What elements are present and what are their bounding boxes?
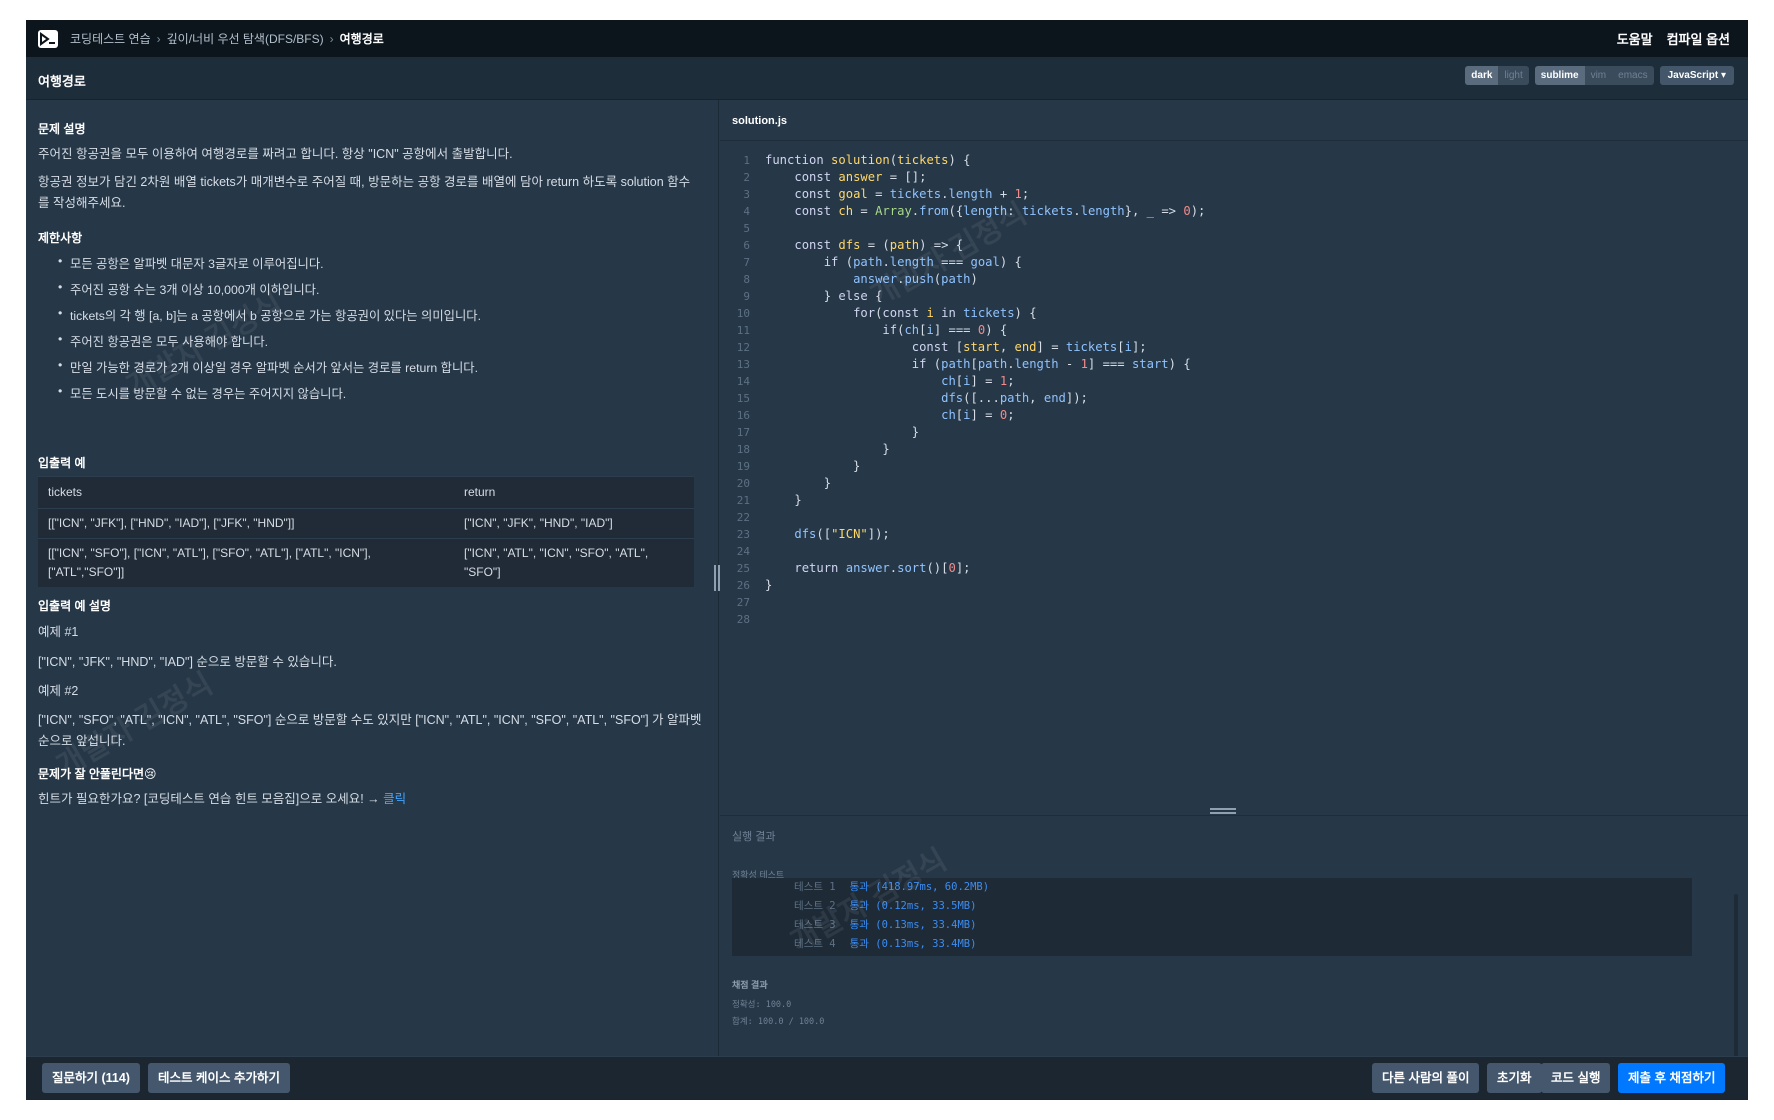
editor-tab-bar: solution.js <box>720 100 1748 141</box>
constraint-item: tickets의 각 행 [a, b]는 a 공항에서 b 공항으로 가는 항공… <box>58 306 481 324</box>
test-name: 테스트 1 <box>794 881 836 893</box>
test-results-box: 테스트 1 통과 (418.97ms, 60.2MB) 테스트 2 통과 (0.12… <box>732 878 1692 956</box>
file-tab[interactable]: solution.js <box>732 115 787 127</box>
test-result-row: 테스트 4 통과 (0.13ms, 33.4MB) <box>794 935 976 953</box>
constraint-item: 모든 공항은 알파벳 대문자 3글자로 이루어집니다. <box>58 254 324 272</box>
table-header-row: tickets return <box>38 476 694 509</box>
constraint-item: 만일 가능한 경로가 2개 이상일 경우 알파벳 순서가 앞서는 경로를 ret… <box>58 358 478 376</box>
hint-heading: 문제가 잘 안풀린다면😢 <box>38 767 157 781</box>
constraint-item: 주어진 공항 수는 3개 이상 10,000개 이하입니다. <box>58 280 319 298</box>
breadcrumb-item-practice[interactable]: 코딩테스트 연습 <box>70 30 151 47</box>
test-name: 테스트 2 <box>794 900 836 912</box>
column-header-tickets: tickets <box>38 476 454 509</box>
code-editor[interactable]: 1 function solution(tickets) { 2 const an… <box>720 152 1748 797</box>
example-1-text: ["ICN", "JFK", "HND", "IAD"] 순으로 방문할 수 있… <box>38 655 337 669</box>
add-testcase-button[interactable]: 테스트 케이스 추가하기 <box>148 1063 290 1093</box>
test-result-row: 테스트 3 통과 (0.13ms, 33.4MB) <box>794 916 976 934</box>
result-label: 실행 결과 <box>732 831 776 843</box>
ask-question-button[interactable]: 질문하기 (114) <box>42 1063 140 1093</box>
table-cell: ["ICN", "ATL", "ICN", "SFO", "ATL", "SFO… <box>454 538 694 587</box>
example-2-title: 예제 #2 <box>38 684 79 698</box>
score-heading: 채점 결과 <box>732 980 768 990</box>
page-title: 여행경로 <box>38 74 86 89</box>
table-cell: [["ICN", "JFK"], ["HND", "IAD"], ["JFK",… <box>38 508 454 539</box>
hint-link[interactable]: 클릭 <box>383 792 406 806</box>
test-result-row: 테스트 1 통과 (418.97ms, 60.2MB) <box>794 878 989 896</box>
theme-light-option[interactable]: light <box>1498 66 1528 85</box>
top-nav: 코딩테스트 연습 › 깊이/너비 우선 탐색(DFS/BFS) › 여행경로 도… <box>26 20 1748 57</box>
language-value: JavaScript <box>1667 70 1719 81</box>
constraint-item: 모든 도시를 방문할 수 없는 경우는 주어지지 않습니다. <box>58 384 346 402</box>
io-desc-heading: 입출력 예 설명 <box>38 599 111 613</box>
programmers-logo-icon[interactable] <box>38 29 58 48</box>
description-paragraph-2a: 항공권 정보가 담긴 2차원 배열 tickets가 매개변수로 주어질 때, … <box>38 175 691 189</box>
breadcrumb-item-current: 여행경로 <box>339 32 384 46</box>
table-row: [["ICN", "JFK"], ["HND", "IAD"], ["JFK",… <box>38 508 694 539</box>
keymap-vim-option[interactable]: vim <box>1585 66 1613 85</box>
chevron-right-icon: › <box>329 31 334 46</box>
editor-options: dark light sublime vim emacs JavaScript … <box>1465 66 1734 85</box>
compile-options-link[interactable]: 컴파일 옵션 <box>1667 29 1730 48</box>
result-panel: 실행 결과 정확성 테스트 테스트 1 통과 (418.97ms, 60.2MB)… <box>720 815 1748 1062</box>
total-score: 합계: 100.0 / 100.0 <box>732 1017 825 1027</box>
column-header-return: return <box>454 476 694 509</box>
breadcrumb-item-category[interactable]: 깊이/너비 우선 탐색(DFS/BFS) <box>167 30 324 47</box>
result-scrollbar[interactable] <box>1734 894 1738 1062</box>
test-name: 테스트 4 <box>794 938 836 950</box>
keymap-emacs-option[interactable]: emacs <box>1612 66 1653 85</box>
description-paragraph-2b: 를 작성해주세요. <box>38 196 126 210</box>
theme-toggle: dark light <box>1465 66 1529 85</box>
breadcrumb: 코딩테스트 연습 › 깊이/너비 우선 탐색(DFS/BFS) › 여행경로 <box>70 30 384 47</box>
others-solutions-button[interactable]: 다른 사람의 풀이 <box>1372 1063 1480 1093</box>
test-name: 테스트 3 <box>794 919 836 931</box>
io-example-table: tickets return [["ICN", "JFK"], ["HND", … <box>38 476 694 587</box>
hint-text: 힌트가 필요한가요? [코딩테스트 연습 힌트 모음집]으로 오세요! → <box>38 792 384 806</box>
test-result-row: 테스트 2 통과 (0.12ms, 33.5MB) <box>794 897 976 915</box>
constraints-heading: 제한사항 <box>38 231 83 245</box>
description-heading: 문제 설명 <box>38 122 86 136</box>
chevron-right-icon: › <box>156 31 161 46</box>
hint-paragraph: 힌트가 필요한가요? [코딩테스트 연습 힌트 모음집]으로 오세요! → 클릭 <box>38 788 406 810</box>
theme-dark-option[interactable]: dark <box>1465 66 1499 85</box>
help-link[interactable]: 도움말 <box>1617 29 1653 48</box>
example-1-title: 예제 #1 <box>38 625 79 639</box>
result-resize-handle[interactable] <box>1210 808 1236 814</box>
language-select[interactable]: JavaScript ▾ <box>1659 66 1734 85</box>
reset-button[interactable]: 초기화 <box>1487 1063 1542 1093</box>
description-paragraph-1: 주어진 항공권을 모두 이용하여 여행경로를 짜려고 합니다. 항상 "ICN"… <box>38 147 513 161</box>
submit-button[interactable]: 제출 후 채점하기 <box>1618 1063 1726 1093</box>
keymap-sublime-option[interactable]: sublime <box>1534 66 1585 85</box>
test-status: 통과 (0.13ms, 33.4MB) <box>849 919 977 931</box>
test-status: 통과 (0.13ms, 33.4MB) <box>849 938 977 950</box>
table-cell: [["ICN", "SFO"], ["ICN", "ATL"], ["SFO",… <box>38 538 454 587</box>
challenge-header: 여행경로 dark light sublime vim emacs JavaSc… <box>26 57 1748 100</box>
accuracy-score: 정확성: 100.0 <box>732 1000 792 1010</box>
action-bar: 질문하기 (114) 테스트 케이스 추가하기 다른 사람의 풀이 초기화 코드… <box>26 1056 1748 1100</box>
test-status: 통과 (0.12ms, 33.5MB) <box>849 900 977 912</box>
problem-panel: 문제 설명 주어진 항공권을 모두 이용하여 여행경로를 짜려고 합니다. 항상… <box>26 100 719 1056</box>
example-2-text-b: 순으로 앞섭니다. <box>38 734 126 748</box>
test-status: 통과 (418.97ms, 60.2MB) <box>849 881 990 893</box>
keymap-toggle: sublime vim emacs <box>1534 66 1654 85</box>
constraint-item: 주어진 항공권은 모두 사용해야 합니다. <box>58 332 268 350</box>
app-window: 코딩테스트 연습 › 깊이/너비 우선 탐색(DFS/BFS) › 여행경로 도… <box>26 20 1748 1100</box>
run-code-button[interactable]: 코드 실행 <box>1541 1063 1611 1093</box>
caret-down-icon: ▾ <box>1720 70 1726 81</box>
example-2-text-a: ["ICN", "SFO", "ATL", "ICN", "ATL", "SFO… <box>38 713 702 727</box>
io-heading: 입출력 예 <box>38 456 86 470</box>
table-cell: ["ICN", "JFK", "HND", "IAD"] <box>454 508 694 539</box>
table-row: [["ICN", "SFO"], ["ICN", "ATL"], ["SFO",… <box>38 538 694 587</box>
editor-panel: solution.js 1 function solution(tickets) … <box>720 100 1748 1062</box>
